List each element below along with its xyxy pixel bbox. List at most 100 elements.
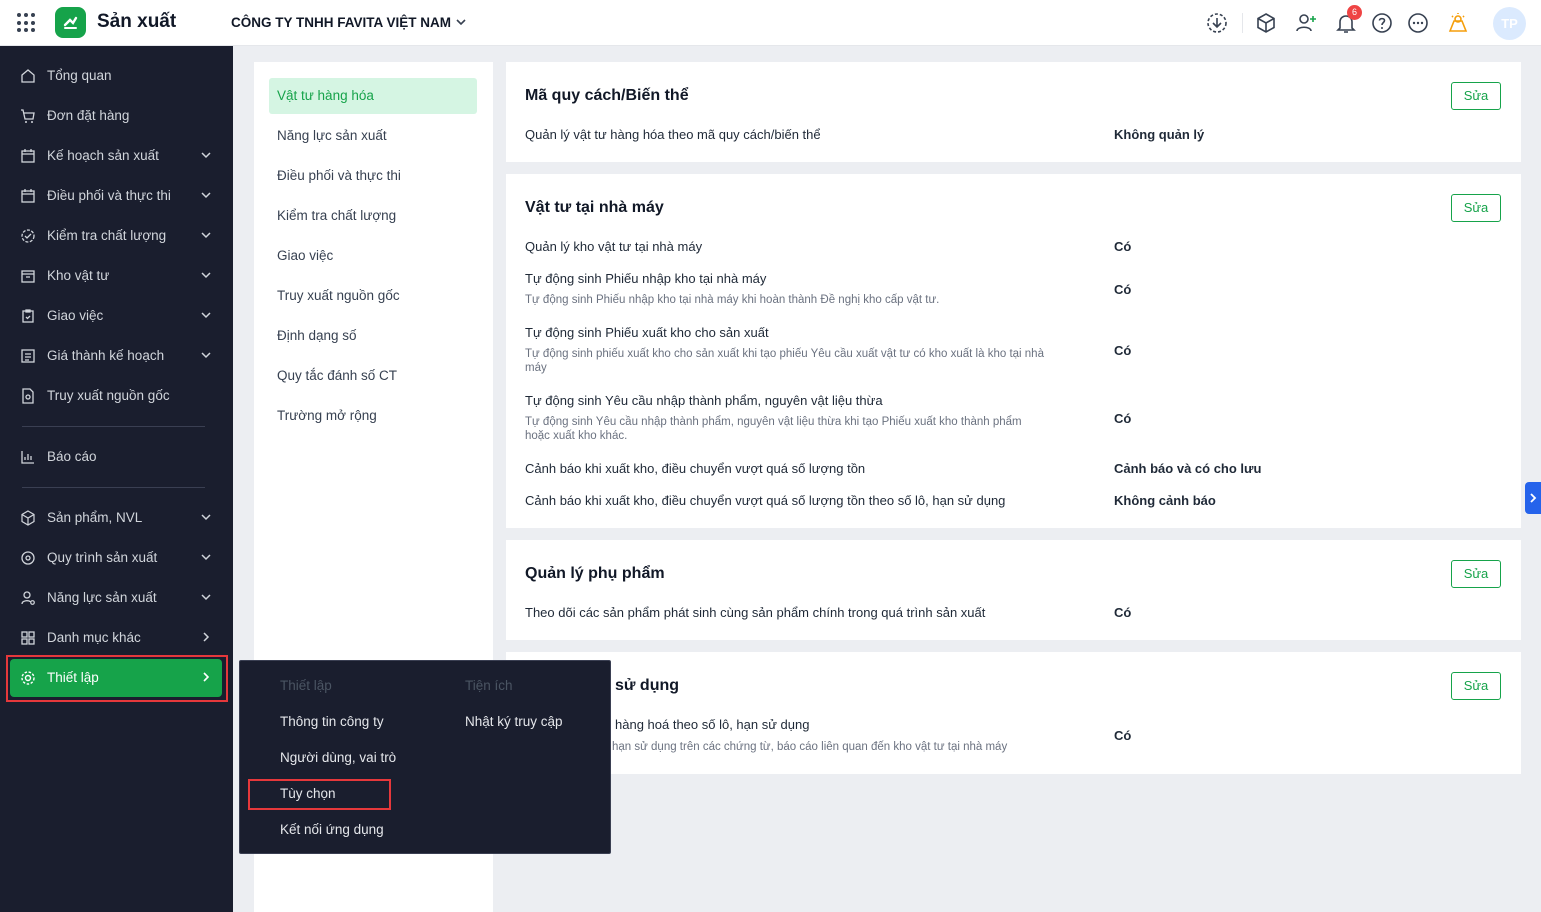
sidebar-item-label: Năng lực sản xuất xyxy=(47,590,157,605)
sidebar-item-san-pham[interactable]: Sản phẩm, NVL xyxy=(10,499,222,537)
app-logo xyxy=(55,7,86,38)
add-user-icon[interactable] xyxy=(1294,11,1318,35)
edit-button[interactable]: Sửa xyxy=(1451,194,1501,222)
more-icon[interactable] xyxy=(1406,11,1430,35)
setting-label: Tự động sinh Phiếu nhập kho tại nhà máy xyxy=(525,271,767,286)
setting-label: hàng hoá theo số lô, hạn sử dụng xyxy=(615,717,810,732)
sidebar-divider xyxy=(22,426,205,427)
edit-button[interactable]: Sửa xyxy=(1451,672,1501,700)
sidebar-item-label: Quy trình sản xuất xyxy=(47,550,158,565)
sidebar-item-label: Giao việc xyxy=(47,308,104,323)
sidebar-item-dieu-phoi[interactable]: Điều phối và thực thi xyxy=(10,177,222,215)
chevron-down-icon xyxy=(201,312,211,319)
sidebar xyxy=(0,46,233,912)
warehouse-icon xyxy=(21,270,35,283)
subnav-item-dinh-dang-so[interactable]: Định dạng số xyxy=(269,318,477,354)
download-icon[interactable] xyxy=(1205,11,1229,35)
menu-item-nguoi-dung[interactable]: Người dùng, vai trò xyxy=(280,750,396,765)
chevron-down-icon xyxy=(201,272,211,279)
sidebar-item-truy-xuat[interactable]: Truy xuất nguồn gốc xyxy=(10,377,222,415)
sidebar-item-label: Kiểm tra chất lượng xyxy=(47,228,167,243)
sidebar-divider xyxy=(22,487,205,488)
chevron-right-icon xyxy=(203,632,210,642)
subnav-item-kiem-tra[interactable]: Kiểm tra chất lượng xyxy=(269,198,477,234)
edit-button[interactable]: Sửa xyxy=(1451,82,1501,110)
setting-label: Theo dõi các sản phẩm phát sinh cùng sản… xyxy=(525,605,986,620)
setting-value: Cảnh báo và có cho lưu xyxy=(1114,461,1262,476)
settings-card: Quản lý phụ phẩm Sửa Theo dõi các sản ph… xyxy=(506,540,1521,640)
setting-label: Cảnh báo khi xuất kho, điều chuyển vượt … xyxy=(525,461,866,476)
settings-card: Vật tư tại nhà máy Sửa Quản lý kho vật t… xyxy=(506,174,1521,528)
sidebar-item-kho-vat-tu[interactable]: Kho vật tư xyxy=(10,257,222,295)
chevron-down-icon xyxy=(201,554,211,561)
setting-value: Có xyxy=(1114,411,1132,426)
sidebar-item-don-dat-hang[interactable]: Đơn đặt hàng xyxy=(10,97,222,135)
subnav-item-nang-luc[interactable]: Năng lực sản xuất xyxy=(269,118,477,154)
subnav-item-dieu-phoi[interactable]: Điều phối và thực thi xyxy=(269,158,477,194)
sidebar-item-label: Giá thành kế hoạch xyxy=(47,348,165,363)
idea-icon[interactable] xyxy=(1446,11,1470,35)
setting-value: Không cảnh báo xyxy=(1114,493,1216,508)
home-icon xyxy=(21,69,35,83)
setting-label: Tự động sinh Phiếu xuất kho cho sản xuất xyxy=(525,325,769,340)
sidebar-item-label: Kế hoạch sản xuất xyxy=(47,148,159,163)
menu-item-nhat-ky[interactable]: Nhật ký truy cập xyxy=(465,714,563,729)
sidebar-item-kiem-tra[interactable]: Kiểm tra chất lượng xyxy=(10,217,222,255)
menu-item-thong-tin-cong-ty[interactable]: Thông tin công ty xyxy=(280,714,384,729)
sidebar-item-tong-quan[interactable]: Tổng quan xyxy=(10,57,222,95)
header-divider xyxy=(1242,13,1243,33)
calendar-clock-icon xyxy=(21,189,35,203)
subnav-item-truong-mo-rong[interactable]: Trường mở rộng xyxy=(269,398,477,434)
sidebar-item-danh-muc[interactable]: Danh mục khác xyxy=(10,619,222,657)
top-header: Sản xuất CÔNG TY TNHH FAVITA VIỆT NAM 6 … xyxy=(0,0,1541,46)
chevron-right-icon xyxy=(1530,493,1537,503)
settings-card: sử dụng Sửa hàng hoá theo số lô, hạn sử … xyxy=(506,652,1521,774)
company-selector[interactable]: CÔNG TY TNHH FAVITA VIỆT NAM xyxy=(231,15,451,30)
setting-label: Quản lý vật tư hàng hóa theo mã quy cách… xyxy=(525,127,821,142)
side-panel-toggle[interactable] xyxy=(1525,482,1541,514)
setting-label: Cảnh báo khi xuất kho, điều chuyển vượt … xyxy=(525,493,1006,508)
price-icon xyxy=(21,349,35,363)
sidebar-item-ke-hoach[interactable]: Kế hoạch sản xuất xyxy=(10,137,222,175)
setting-description: hạn sử dụng trên các chứng từ, báo cáo l… xyxy=(612,741,1008,753)
setting-value: Có xyxy=(1114,343,1132,358)
highlight-box xyxy=(6,655,228,702)
popup-section-header: Tiện ích xyxy=(465,678,513,693)
settings-card: Mã quy cách/Biến thể Sửa Quản lý vật tư … xyxy=(506,62,1521,162)
sidebar-item-bao-cao[interactable]: Báo cáo xyxy=(10,438,222,476)
grid-icon xyxy=(21,631,35,645)
setting-description: Tự động sinh Phiếu nhập kho tại nhà máy … xyxy=(525,294,940,306)
edit-button[interactable]: Sửa xyxy=(1451,560,1501,588)
menu-item-ket-noi[interactable]: Kết nối ứng dụng xyxy=(280,822,384,837)
subnav-item-truy-xuat[interactable]: Truy xuất nguồn gốc xyxy=(269,278,477,314)
sidebar-item-nang-luc[interactable]: Năng lực sản xuất xyxy=(10,579,222,617)
popup-section-header: Thiết lập xyxy=(280,678,332,693)
setting-label: Tự động sinh Yêu cầu nhập thành phẩm, ng… xyxy=(525,393,883,408)
user-gear-icon xyxy=(21,591,35,605)
sidebar-item-giao-viec[interactable]: Giao việc xyxy=(10,297,222,335)
help-icon[interactable] xyxy=(1370,11,1394,35)
subnav-item-vat-tu[interactable]: Vật tư hàng hóa xyxy=(269,78,477,114)
chart-icon xyxy=(21,451,34,464)
setting-value: Có xyxy=(1114,282,1132,297)
subnav-item-giao-viec[interactable]: Giao việc xyxy=(269,238,477,274)
sidebar-item-gia-thanh[interactable]: Giá thành kế hoạch xyxy=(10,337,222,375)
subnav-item-quy-tac[interactable]: Quy tắc đánh số CT xyxy=(269,358,477,394)
setting-label: Quản lý kho vật tư tại nhà máy xyxy=(525,239,703,254)
app-launcher-icon[interactable] xyxy=(17,13,37,33)
package-icon[interactable] xyxy=(1254,11,1278,35)
card-title: Vật tư tại nhà máy xyxy=(525,199,664,216)
setting-value: Có xyxy=(1114,605,1132,620)
setting-value: Không quản lý xyxy=(1114,127,1205,142)
sidebar-item-label: Sản phẩm, NVL xyxy=(47,510,143,525)
avatar[interactable]: TP xyxy=(1493,7,1526,40)
chevron-down-icon xyxy=(201,514,211,521)
check-circle-icon xyxy=(21,229,35,243)
setting-value: Có xyxy=(1114,239,1132,254)
chevron-down-icon xyxy=(201,594,211,601)
card-title: Quản lý phụ phẩm xyxy=(525,565,665,582)
highlight-box xyxy=(248,779,391,810)
chevron-down-icon[interactable] xyxy=(455,16,467,28)
sidebar-item-label: Đơn đặt hàng xyxy=(47,108,130,123)
sidebar-item-quy-trinh[interactable]: Quy trình sản xuất xyxy=(10,539,222,577)
